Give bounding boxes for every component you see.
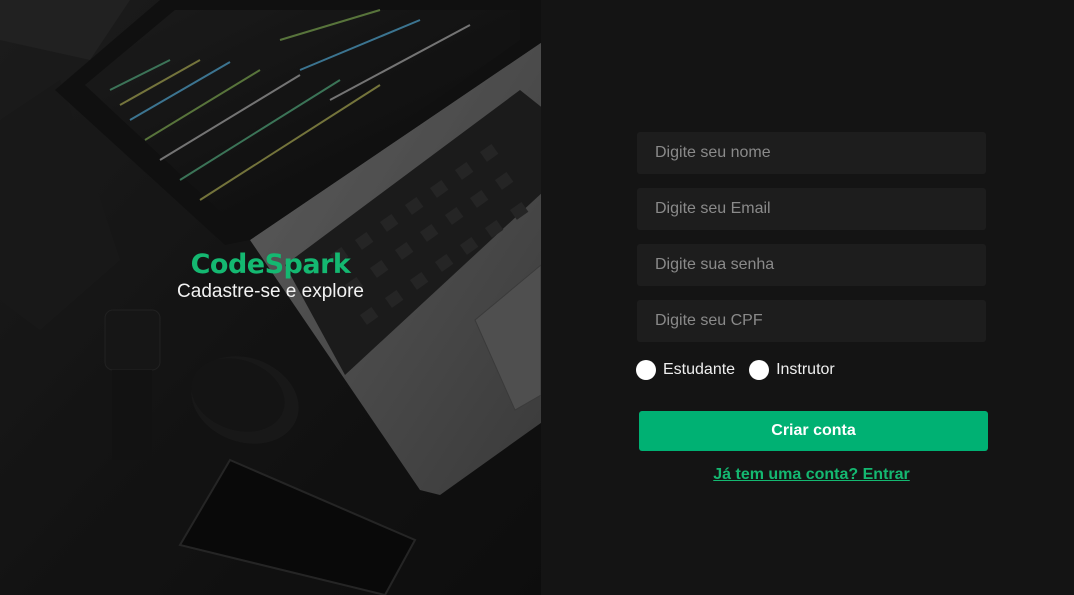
tagline: Cadastre-se e explore <box>177 281 364 302</box>
logo: CodeSpark <box>190 249 351 280</box>
brand-block: CodeSpark Cadastre-se e explore <box>0 250 541 304</box>
signup-page: CodeSpark Cadastre-se e explore Estudant… <box>0 0 1074 595</box>
create-account-button[interactable]: Criar conta <box>639 411 988 451</box>
estudante-radio[interactable] <box>636 360 656 380</box>
password-input[interactable] <box>637 244 986 286</box>
name-input[interactable] <box>637 132 986 174</box>
login-link[interactable]: Já tem uma conta? Entrar <box>637 466 986 484</box>
estudante-label: Estudante <box>663 361 736 378</box>
instrutor-label: Instrutor <box>776 361 835 378</box>
role-option-instrutor[interactable]: Instrutor <box>749 360 835 380</box>
role-selector: Estudante Instrutor <box>636 360 849 380</box>
email-input[interactable] <box>637 188 986 230</box>
cpf-input[interactable] <box>637 300 986 342</box>
instrutor-radio[interactable] <box>749 360 770 380</box>
role-option-estudante[interactable]: Estudante <box>636 360 735 380</box>
signup-form-panel: Estudante Instrutor Criar conta Já tem u… <box>541 0 1074 595</box>
hero-panel: CodeSpark Cadastre-se e explore <box>0 0 541 595</box>
